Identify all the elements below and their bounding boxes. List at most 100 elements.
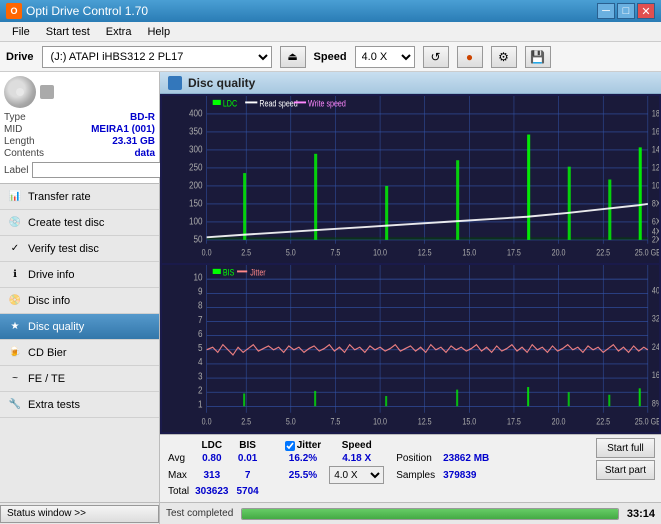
transfer-rate-icon: 📊 <box>8 190 22 204</box>
settings-button[interactable]: ⚙ <box>491 46 517 68</box>
content-area: Disc quality <box>160 72 661 524</box>
drive-info-icon: ℹ <box>8 268 22 282</box>
position-value: 23862 MB <box>443 453 495 464</box>
svg-text:40%: 40% <box>652 285 659 295</box>
svg-text:2: 2 <box>198 385 203 396</box>
sidebar-item-drive-info[interactable]: ℹ Drive info <box>0 262 159 288</box>
svg-text:22.5: 22.5 <box>596 248 610 258</box>
disc-panel-btn[interactable] <box>40 85 54 99</box>
sidebar-item-label-drive-info: Drive info <box>28 269 74 281</box>
position-label: Position <box>392 453 441 464</box>
minimize-button[interactable]: ─ <box>597 3 615 19</box>
menu-file[interactable]: File <box>4 24 38 40</box>
svg-text:3: 3 <box>198 370 203 381</box>
label-input[interactable] <box>32 162 170 178</box>
label-label: Label <box>4 165 28 176</box>
type-value: BD-R <box>130 112 155 123</box>
svg-text:7.5: 7.5 <box>330 248 340 258</box>
close-button[interactable]: ✕ <box>637 3 655 19</box>
svg-text:4: 4 <box>198 356 203 367</box>
max-ldc: 313 <box>195 466 234 484</box>
svg-text:Read speed: Read speed <box>259 99 297 109</box>
svg-text:0.0: 0.0 <box>202 417 212 427</box>
svg-text:0.0: 0.0 <box>202 248 212 258</box>
avg-jitter: 16.2% <box>285 453 327 464</box>
sidebar-item-cd-bier[interactable]: 🍺 CD Bier <box>0 340 159 366</box>
extra-tests-icon: 🔧 <box>8 398 22 412</box>
contents-label: Contents <box>4 148 44 159</box>
svg-text:24%: 24% <box>652 342 659 352</box>
svg-text:20.0: 20.0 <box>552 248 566 258</box>
svg-text:20.0: 20.0 <box>552 417 566 427</box>
drive-select[interactable]: (J:) ATAPI iHBS312 2 PL17 <box>42 46 272 68</box>
sidebar-menu: 📊 Transfer rate 💿 Create test disc ✓ Ver… <box>0 184 159 502</box>
svg-text:100: 100 <box>189 216 203 227</box>
svg-text:25.0 GB: 25.0 GB <box>635 248 659 258</box>
svg-text:15.0: 15.0 <box>462 417 476 427</box>
menu-starttest[interactable]: Start test <box>38 24 98 40</box>
max-row-label: Max <box>168 466 193 484</box>
app-title: Opti Drive Control 1.70 <box>26 4 597 18</box>
svg-text:250: 250 <box>189 162 203 173</box>
speed-dropdown[interactable]: 4.0 X <box>329 466 384 484</box>
sidebar-item-transfer-rate[interactable]: 📊 Transfer rate <box>0 184 159 210</box>
eject-button[interactable]: ⏏ <box>280 46 306 68</box>
cd-bier-icon: 🍺 <box>8 346 22 360</box>
speed-label: Speed <box>314 51 347 63</box>
length-value: 23.31 GB <box>112 136 155 147</box>
sidebar-item-verify-test-disc[interactable]: ✓ Verify test disc <box>0 236 159 262</box>
menu-extra[interactable]: Extra <box>98 24 140 40</box>
save-button[interactable]: 💾 <box>525 46 551 68</box>
svg-text:12.5: 12.5 <box>418 417 432 427</box>
svg-text:16X: 16X <box>652 127 659 137</box>
svg-text:2.5: 2.5 <box>241 248 251 258</box>
sidebar-item-label-disc-info: Disc info <box>28 295 70 307</box>
speed-col-header: Speed <box>329 440 390 451</box>
svg-text:350: 350 <box>189 126 203 137</box>
svg-text:16%: 16% <box>652 370 659 380</box>
refresh-button[interactable]: ↺ <box>423 46 449 68</box>
sidebar-item-label-extra-tests: Extra tests <box>28 399 80 411</box>
menu-help[interactable]: Help <box>139 24 178 40</box>
maximize-button[interactable]: □ <box>617 3 635 19</box>
svg-text:6: 6 <box>198 328 203 339</box>
svg-text:5: 5 <box>198 342 203 353</box>
sidebar-item-label-cd-bier: CD Bier <box>28 347 67 359</box>
drivebar: Drive (J:) ATAPI iHBS312 2 PL17 ⏏ Speed … <box>0 42 661 72</box>
sidebar-item-fe-te[interactable]: ~ FE / TE <box>0 366 159 392</box>
status-time: 33:14 <box>627 508 655 520</box>
svg-text:10.0: 10.0 <box>373 417 387 427</box>
disc-quality-icon: ★ <box>8 320 22 334</box>
progress-bar-fill <box>242 509 618 519</box>
avg-bis: 0.01 <box>237 453 265 464</box>
svg-text:Write speed: Write speed <box>308 99 346 109</box>
sidebar-item-disc-info[interactable]: 📀 Disc info <box>0 288 159 314</box>
svg-text:18X: 18X <box>652 109 659 119</box>
progress-bar-container <box>241 508 619 520</box>
app-icon: O <box>6 3 22 19</box>
status-window-button[interactable]: Status window >> <box>0 505 159 523</box>
sidebar-item-extra-tests[interactable]: 🔧 Extra tests <box>0 392 159 418</box>
menubar: File Start test Extra Help <box>0 22 661 42</box>
avg-row-label: Avg <box>168 453 193 464</box>
ldc-col-header: LDC <box>195 440 234 451</box>
start-part-button[interactable]: Start part <box>596 460 655 480</box>
svg-text:14X: 14X <box>652 145 659 155</box>
create-disc-icon: 💿 <box>8 216 22 230</box>
svg-text:8X: 8X <box>652 199 659 209</box>
sidebar-item-disc-quality[interactable]: ★ Disc quality <box>0 314 159 340</box>
svg-text:LDC: LDC <box>223 99 237 109</box>
svg-text:8%: 8% <box>652 399 659 409</box>
svg-text:12X: 12X <box>652 163 659 173</box>
svg-text:17.5: 17.5 <box>507 417 521 427</box>
total-ldc: 303623 <box>195 486 234 497</box>
start-full-button[interactable]: Start full <box>596 438 655 458</box>
status-text: Test completed <box>166 508 233 519</box>
sidebar-item-create-test-disc[interactable]: 💿 Create test disc <box>0 210 159 236</box>
bottom-chart-svg: 10 9 8 7 6 5 4 3 2 1 40% 32% 24% 16% 8% <box>162 265 659 432</box>
svg-text:1: 1 <box>198 399 203 410</box>
speed-select[interactable]: 4.0 X <box>355 46 415 68</box>
burn-button[interactable]: ● <box>457 46 483 68</box>
svg-text:32%: 32% <box>652 314 659 324</box>
jitter-checkbox[interactable] <box>285 441 295 451</box>
